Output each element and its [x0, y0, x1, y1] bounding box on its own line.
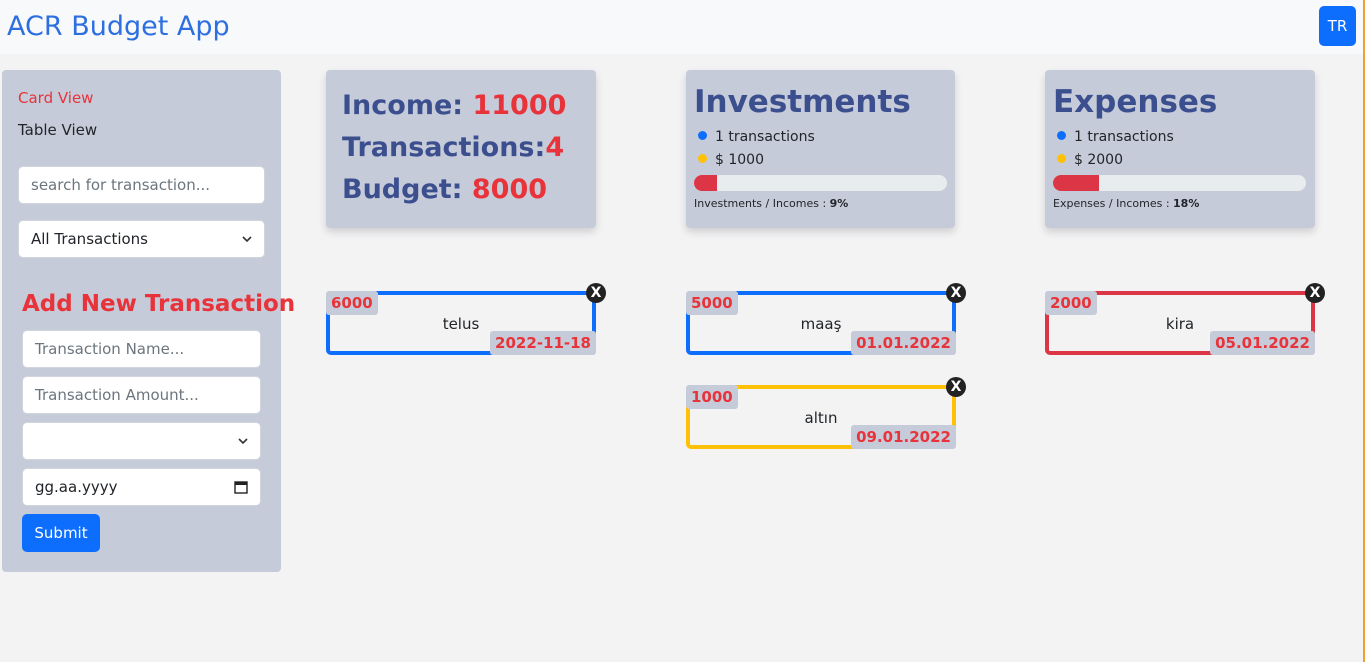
delete-transaction-button[interactable]: X: [586, 283, 606, 303]
transaction-filter-select[interactable]: All Transactions: [18, 220, 265, 258]
transaction-amount: 5000: [686, 291, 738, 315]
investments-amount-row: $ 1000: [698, 151, 764, 169]
blue-dot-icon: [698, 131, 707, 140]
transaction-amount: 6000: [326, 291, 378, 315]
expenses-card: Expenses 1 transactions $ 2000 Expenses …: [1045, 70, 1315, 228]
transactions-label: Transactions:: [342, 132, 546, 163]
transaction-card[interactable]: 2000 kira 05.01.2022 X: [1045, 283, 1325, 355]
blue-dot-icon: [1057, 131, 1066, 140]
expenses-progress-bar: [1053, 175, 1306, 191]
expenses-ratio: Expenses / Incomes : 18%: [1053, 196, 1199, 212]
delete-transaction-button[interactable]: X: [946, 283, 966, 303]
investments-ratio-value: 9%: [829, 197, 849, 210]
transaction-name-input[interactable]: Transaction Name...: [22, 330, 261, 368]
investments-progress-fill: [694, 175, 717, 191]
investments-title: Investments: [694, 84, 911, 120]
transaction-type-select[interactable]: [22, 422, 261, 460]
sidebar: Card View Table View All Transactions Ad…: [2, 70, 295, 572]
investments-card: Investments 1 transactions $ 1000 Invest…: [686, 70, 955, 228]
income-value: 11000: [472, 90, 567, 121]
calendar-icon[interactable]: [234, 480, 248, 494]
transaction-amount-placeholder: Transaction Amount...: [35, 386, 199, 404]
budget-line: Budget: 8000: [342, 173, 547, 207]
transaction-amount-input[interactable]: Transaction Amount...: [22, 376, 261, 414]
transactions-value: 4: [545, 132, 565, 163]
investments-amount: $ 1000: [715, 152, 764, 168]
budget-value: 8000: [471, 174, 548, 205]
income-line: Income: 11000: [342, 89, 566, 123]
app-brand[interactable]: ACR Budget App: [7, 9, 230, 45]
expenses-count: 1 transactions: [1074, 129, 1174, 145]
table-view-link[interactable]: Table View: [18, 120, 97, 140]
investments-progress-bar: [694, 175, 947, 191]
transaction-amount: 2000: [1045, 291, 1097, 315]
transaction-card[interactable]: 5000 maaş 01.01.2022 X: [686, 283, 966, 355]
transaction-date: 2022-11-18: [490, 331, 596, 355]
transaction-date: 09.01.2022: [851, 425, 956, 449]
card-view-link[interactable]: Card View: [18, 88, 93, 108]
navbar: ACR Budget App TR: [0, 0, 1363, 54]
chevron-down-icon: [242, 236, 252, 243]
transaction-date: 01.01.2022: [851, 331, 956, 355]
expenses-amount: $ 2000: [1074, 152, 1123, 168]
transaction-date: 05.01.2022: [1210, 331, 1315, 355]
transaction-amount: 1000: [686, 385, 738, 409]
income-label: Income:: [342, 90, 473, 121]
transaction-name-placeholder: Transaction Name...: [35, 340, 185, 358]
transaction-card[interactable]: 1000 altın 09.01.2022 X: [686, 377, 966, 449]
search-input[interactable]: [18, 166, 265, 204]
expenses-count-row: 1 transactions: [1057, 128, 1174, 146]
expenses-amount-row: $ 2000: [1057, 151, 1123, 169]
chevron-down-icon: [238, 438, 248, 445]
transaction-date-input[interactable]: gg.aa.yyyy: [22, 468, 261, 506]
transaction-date-placeholder: gg.aa.yyyy: [35, 478, 118, 496]
language-button[interactable]: TR: [1319, 6, 1356, 46]
add-transaction-title: Add New Transaction: [22, 291, 296, 317]
income-summary-card: Income: 11000 Transactions:4 Budget: 800…: [326, 70, 596, 228]
transactions-line: Transactions:4: [342, 131, 564, 165]
delete-transaction-button[interactable]: X: [946, 377, 966, 397]
investments-count-row: 1 transactions: [698, 128, 815, 146]
yellow-dot-icon: [698, 154, 707, 163]
delete-transaction-button[interactable]: X: [1305, 283, 1325, 303]
expenses-title: Expenses: [1053, 84, 1218, 120]
expenses-progress-fill: [1053, 175, 1099, 191]
yellow-dot-icon: [1057, 154, 1066, 163]
filter-selected-label: All Transactions: [31, 230, 148, 248]
submit-button[interactable]: Submit: [22, 514, 100, 552]
transaction-card[interactable]: 6000 telus 2022-11-18 X: [326, 283, 606, 355]
budget-label: Budget:: [342, 174, 472, 205]
expenses-ratio-value: 18%: [1173, 197, 1200, 210]
investments-count: 1 transactions: [715, 129, 815, 145]
expenses-ratio-label: Expenses / Incomes :: [1053, 197, 1174, 210]
investments-ratio: Investments / Incomes : 9%: [694, 196, 848, 212]
investments-ratio-label: Investments / Incomes :: [694, 197, 830, 210]
